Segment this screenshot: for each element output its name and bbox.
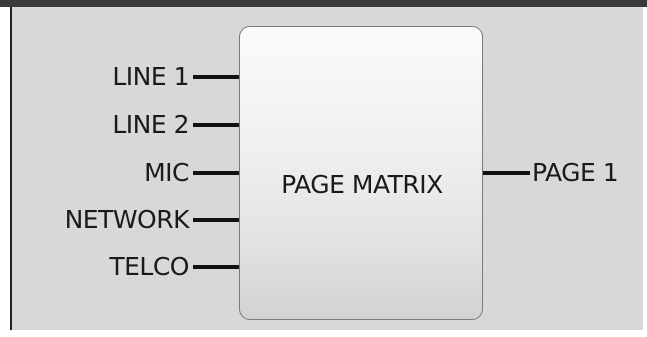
input-label-mic: MIC — [144, 158, 189, 187]
input-label-line-1: LINE 1 — [112, 62, 189, 91]
input-wire-mic[interactable] — [193, 171, 239, 175]
page-matrix-block[interactable]: PAGE MATRIX — [239, 26, 483, 320]
input-wire-line-1[interactable] — [193, 75, 239, 79]
bottom-border — [10, 330, 643, 337]
input-wire-network[interactable] — [193, 218, 239, 222]
input-label-network: NETWORK — [64, 205, 190, 234]
diagram-frame: LINE 1 LINE 2 MIC NETWORK TELCO PAGE MAT… — [0, 0, 647, 337]
top-border — [0, 0, 647, 7]
output-label-page-1: PAGE 1 — [532, 158, 619, 187]
page-matrix-label: PAGE MATRIX — [281, 170, 443, 199]
input-wire-line-2[interactable] — [193, 123, 239, 127]
input-label-telco: TELCO — [109, 252, 189, 281]
input-wire-telco[interactable] — [193, 265, 239, 269]
output-wire-page-1[interactable] — [483, 171, 530, 175]
input-label-line-2: LINE 2 — [112, 110, 189, 139]
